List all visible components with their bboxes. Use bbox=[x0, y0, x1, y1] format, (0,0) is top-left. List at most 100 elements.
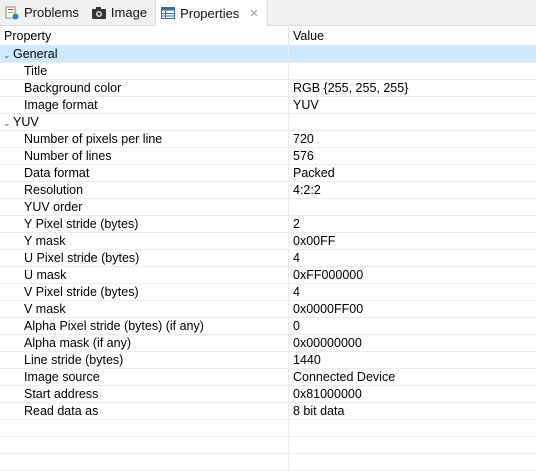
property-name-cell: Y mask bbox=[0, 233, 289, 249]
table-row[interactable]: Data format Packed bbox=[0, 165, 536, 182]
property-name-cell: Line stride (bytes) bbox=[0, 352, 289, 368]
property-value-cell: 0x81000000 bbox=[293, 387, 362, 401]
column-header-value[interactable]: Value bbox=[289, 26, 536, 45]
property-name-cell: Number of lines bbox=[0, 148, 289, 164]
property-label: YUV order bbox=[24, 200, 83, 214]
empty-row bbox=[0, 454, 536, 471]
property-value-cell: 0xFF000000 bbox=[293, 268, 364, 282]
group-row-yuv[interactable]: ⌄ YUV bbox=[0, 114, 536, 131]
property-name-cell: ⌄ General bbox=[0, 46, 289, 62]
empty-row bbox=[0, 420, 536, 437]
property-value-cell: 2 bbox=[293, 217, 300, 231]
table-row[interactable]: U mask 0xFF000000 bbox=[0, 267, 536, 284]
column-header-property[interactable]: Property bbox=[0, 26, 289, 45]
table-row[interactable]: Image format YUV bbox=[0, 97, 536, 114]
table-row[interactable]: U Pixel stride (bytes) 4 bbox=[0, 250, 536, 267]
property-value-cell: 4 bbox=[293, 251, 300, 265]
property-value-cell: 576 bbox=[293, 149, 314, 163]
empty-cell bbox=[0, 454, 289, 470]
empty-cell bbox=[0, 437, 289, 453]
property-label: V mask bbox=[24, 302, 66, 316]
property-name-cell: Read data as bbox=[0, 403, 289, 419]
table-row[interactable]: Number of pixels per line 720 bbox=[0, 131, 536, 148]
property-value-cell bbox=[289, 46, 536, 62]
properties-table: ⌄ General Title Background color RGB {255, 2… bbox=[0, 46, 536, 471]
property-name-cell: V Pixel stride (bytes) bbox=[0, 284, 289, 300]
table-row[interactable]: V Pixel stride (bytes) 4 bbox=[0, 284, 536, 301]
empty-cell bbox=[289, 454, 536, 470]
property-name-cell: Image source bbox=[0, 369, 289, 385]
group-label: YUV bbox=[13, 115, 39, 129]
property-name-cell: Alpha Pixel stride (bytes) (if any) bbox=[0, 318, 289, 334]
property-value-cell: 4 bbox=[293, 285, 300, 299]
table-row[interactable]: Number of lines 576 bbox=[0, 148, 536, 165]
empty-cell bbox=[289, 437, 536, 453]
property-value-cell: 4:2:2 bbox=[293, 183, 321, 197]
property-value-cell: 0x0000FF00 bbox=[293, 302, 364, 316]
property-label: Image format bbox=[24, 98, 98, 112]
property-value-cell: YUV bbox=[293, 98, 319, 112]
empty-row bbox=[0, 437, 536, 454]
property-label: Background color bbox=[24, 81, 122, 95]
property-label: Start address bbox=[24, 387, 99, 401]
property-name-cell: U mask bbox=[0, 267, 289, 283]
property-label: Number of lines bbox=[24, 149, 112, 163]
property-name-cell: YUV order bbox=[0, 199, 289, 215]
property-value-cell bbox=[289, 114, 536, 130]
property-value-cell: 0x00FF bbox=[293, 234, 336, 248]
table-row[interactable]: YUV order bbox=[0, 199, 536, 216]
property-value-cell: 720 bbox=[293, 132, 314, 146]
table-row[interactable]: Alpha mask (if any) 0x00000000 bbox=[0, 335, 536, 352]
property-value-cell: 8 bit data bbox=[293, 404, 345, 418]
property-name-cell: Alpha mask (if any) bbox=[0, 335, 289, 351]
empty-cell bbox=[289, 420, 536, 436]
chevron-down-icon[interactable]: ⌄ bbox=[3, 47, 13, 62]
property-label: Y Pixel stride (bytes) bbox=[24, 217, 139, 231]
property-value-cell bbox=[289, 199, 536, 215]
group-row-general[interactable]: ⌄ General bbox=[0, 46, 536, 63]
group-label: General bbox=[13, 47, 58, 61]
property-label: Line stride (bytes) bbox=[24, 353, 124, 367]
table-row[interactable]: Resolution 4:2:2 bbox=[0, 182, 536, 199]
property-label: Data format bbox=[24, 166, 90, 180]
property-name-cell: Resolution bbox=[0, 182, 289, 198]
property-value-cell: 1440 bbox=[293, 353, 321, 367]
property-name-cell: Y Pixel stride (bytes) bbox=[0, 216, 289, 232]
tab-image[interactable]: Image bbox=[87, 0, 155, 25]
property-value-cell: RGB {255, 255, 255} bbox=[293, 81, 409, 95]
problems-icon bbox=[4, 5, 20, 21]
property-value-cell: Packed bbox=[293, 166, 335, 180]
table-row[interactable]: Y mask 0x00FF bbox=[0, 233, 536, 250]
property-label: U Pixel stride (bytes) bbox=[24, 251, 140, 265]
table-row[interactable]: Y Pixel stride (bytes) 2 bbox=[0, 216, 536, 233]
property-name-cell: U Pixel stride (bytes) bbox=[0, 250, 289, 266]
property-name-cell: Number of pixels per line bbox=[0, 131, 289, 147]
close-icon[interactable]: ✕ bbox=[249, 7, 258, 20]
table-row[interactable]: Read data as 8 bit data bbox=[0, 403, 536, 420]
property-name-cell: Background color bbox=[0, 80, 289, 96]
property-value-cell: 0 bbox=[293, 319, 300, 333]
properties-icon bbox=[160, 5, 176, 21]
table-row[interactable]: Image source Connected Device bbox=[0, 369, 536, 386]
property-label: Read data as bbox=[24, 404, 99, 418]
property-label: Alpha Pixel stride (bytes) (if any) bbox=[24, 319, 204, 333]
table-header: Property Value bbox=[0, 26, 536, 46]
tab-label: Problems bbox=[24, 5, 79, 20]
tab-problems[interactable]: Problems bbox=[0, 0, 87, 25]
property-label: Resolution bbox=[24, 183, 84, 197]
table-row[interactable]: V mask 0x0000FF00 bbox=[0, 301, 536, 318]
property-label: Image source bbox=[24, 370, 100, 384]
chevron-down-icon[interactable]: ⌄ bbox=[3, 115, 13, 130]
property-name-cell: V mask bbox=[0, 301, 289, 317]
tab-properties[interactable]: Properties ✕ bbox=[155, 0, 268, 26]
property-label: Alpha mask (if any) bbox=[24, 336, 131, 350]
empty-cell bbox=[0, 420, 289, 436]
table-row[interactable]: Background color RGB {255, 255, 255} bbox=[0, 80, 536, 97]
table-row[interactable]: Alpha Pixel stride (bytes) (if any) 0 bbox=[0, 318, 536, 335]
table-row[interactable]: Title bbox=[0, 63, 536, 80]
property-name-cell: Start address bbox=[0, 386, 289, 402]
table-row[interactable]: Line stride (bytes) 1440 bbox=[0, 352, 536, 369]
property-label: Number of pixels per line bbox=[24, 132, 163, 146]
table-row[interactable]: Start address 0x81000000 bbox=[0, 386, 536, 403]
property-name-cell: Image format bbox=[0, 97, 289, 113]
